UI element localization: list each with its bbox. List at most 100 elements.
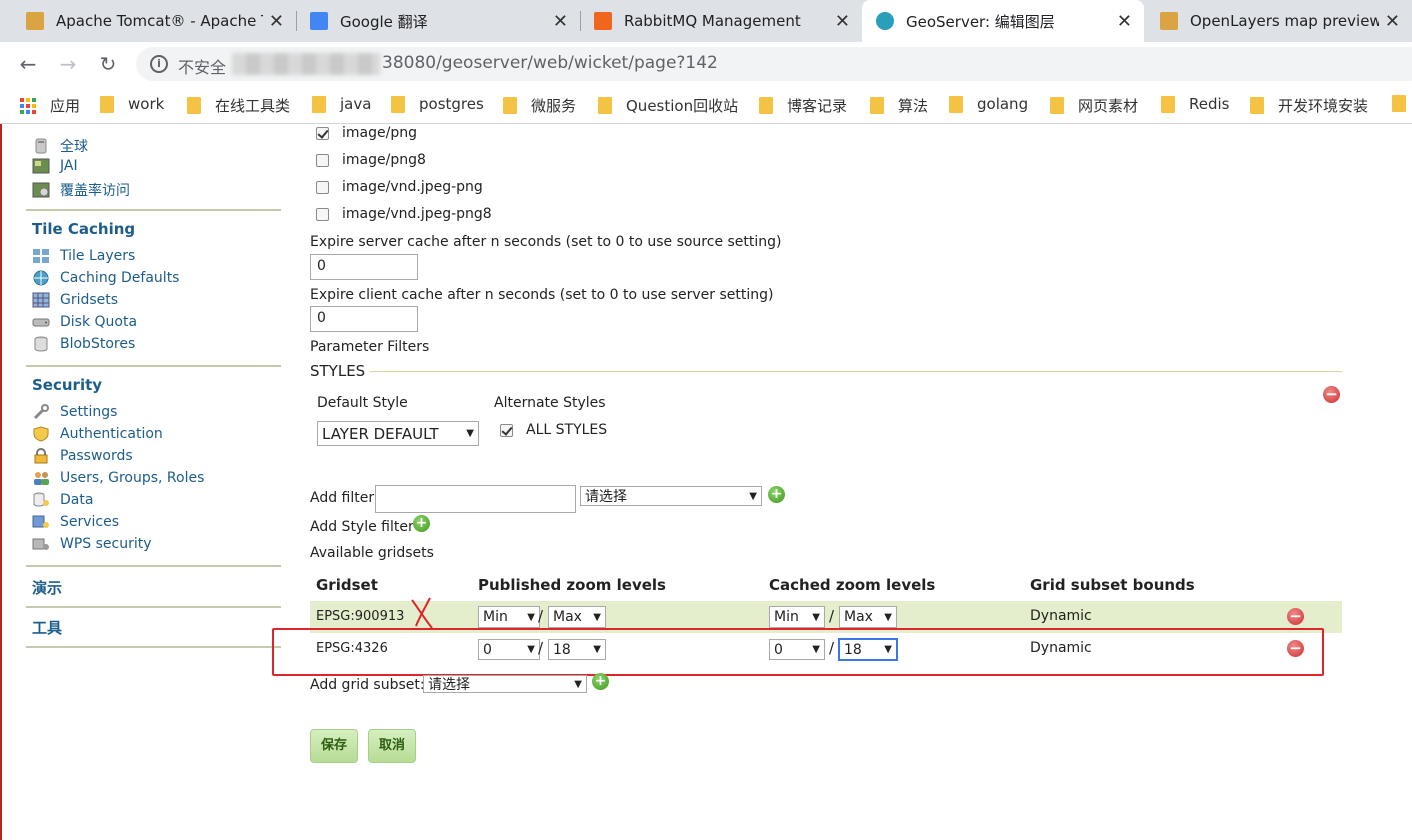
save-button[interactable]: 保存 <box>310 729 359 763</box>
sidebar-item-gridsets[interactable]: Gridsets <box>32 292 118 308</box>
bookmark-label: 开发环境安装 <box>1278 97 1369 115</box>
bookmark-folder-web-assets[interactable]: 网页素材 <box>1050 95 1138 116</box>
bookmark-folder-redis[interactable]: Redis <box>1161 95 1229 113</box>
all-styles-checkbox[interactable] <box>500 423 513 437</box>
bookmark-folder-postgres[interactable]: postgres <box>391 95 484 113</box>
sidebar-section-tools[interactable]: 工具 <box>32 617 62 638</box>
bookmark-folder-algorithms[interactable]: 算法 <box>870 95 928 116</box>
info-icon[interactable]: i <box>150 55 168 73</box>
format-checkbox[interactable] <box>316 153 329 167</box>
sidebar-item-global[interactable]: 全球 <box>32 136 88 156</box>
default-style-label: Default Style <box>317 395 408 411</box>
sidebar-item-caching-defaults[interactable]: Caching Defaults <box>32 270 179 286</box>
format-checkbox[interactable] <box>316 126 329 140</box>
format-checkbox[interactable] <box>316 207 329 221</box>
sidebar-item-services-security[interactable]: Services <box>32 514 119 530</box>
sidebar-item-disk-quota[interactable]: Disk Quota <box>32 314 137 330</box>
expire-client-label: Expire client cache after n seconds (set… <box>310 287 774 303</box>
bookmark-apps[interactable]: 应用 <box>20 95 80 116</box>
select-value: Max <box>844 609 873 625</box>
sidebar-item-jai[interactable]: JAI <box>32 158 78 174</box>
browser-tab-geoserver[interactable]: GeoServer: 编辑图层 ✕ <box>862 0 1144 42</box>
browser-tab-openlayers[interactable]: OpenLayers map preview ✕ <box>1146 0 1412 42</box>
sidebar-item-data-security[interactable]: Data <box>32 492 93 508</box>
published-max-select[interactable]: Max ▼ <box>548 606 606 628</box>
browser-tab-google-translate[interactable]: Google 翻译 ✕ <box>296 0 580 42</box>
sidebar-divider <box>26 646 281 648</box>
all-styles-option[interactable]: ALL STYLES <box>500 422 607 438</box>
bookmark-folder-question[interactable]: Question回收站 <box>598 95 738 116</box>
col-header-cached-zoom: Cached zoom levels <box>769 576 936 594</box>
google-translate-favicon-icon <box>310 12 328 30</box>
close-tab-icon[interactable]: ✕ <box>1385 11 1400 32</box>
add-filter-label: Add filter <box>310 490 375 506</box>
sidebar-item-tile-layers[interactable]: Tile Layers <box>32 248 135 264</box>
sidebar-item-passwords[interactable]: Passwords <box>32 448 133 464</box>
add-style-filter-label[interactable]: Add Style filter <box>310 519 414 535</box>
bookmark-folder-work[interactable]: work <box>100 95 164 113</box>
remove-styles-icon[interactable]: − <box>1323 386 1340 403</box>
bookmark-folder-dev-env[interactable]: 开发环境安装 <box>1250 95 1368 116</box>
select-value: 请选择 <box>428 677 470 693</box>
add-style-filter-icon[interactable]: + <box>413 515 430 532</box>
browser-toolbar: ← → ↻ i 不安全 38080/geoserver/web/wicket/p… <box>0 42 1412 86</box>
add-grid-subset-icon[interactable]: + <box>592 673 609 690</box>
add-filter-type-select[interactable]: 请选择 ▼ <box>580 486 762 506</box>
format-option-jpeg-png8[interactable]: image/vnd.jpeg-png8 <box>316 206 492 222</box>
wps-security-icon <box>32 538 49 550</box>
tab-title: Apache Tomcat® - Apache Tomcat <box>56 12 263 30</box>
add-filter-input[interactable] <box>375 485 576 513</box>
sidebar-item-wps-security[interactable]: WPS security <box>32 536 152 552</box>
url-text[interactable]: 38080/geoserver/web/wicket/page?142 <box>382 53 718 73</box>
sidebar-item-label: 覆盖率访问 <box>60 183 130 199</box>
back-arrow-icon[interactable]: ← <box>16 52 40 76</box>
address-bar[interactable]: i 不安全 38080/geoserver/web/wicket/page?14… <box>136 47 1412 81</box>
default-style-select[interactable]: LAYER DEFAULT ▼ <box>317 421 479 446</box>
cached-max-select[interactable]: Max ▼ <box>839 606 897 628</box>
sidebar-item-security-settings[interactable]: Settings <box>32 404 117 420</box>
sidebar-item-coverage-access[interactable]: 覆盖率访问 <box>32 180 130 200</box>
published-min-select[interactable]: Min ▼ <box>478 606 540 628</box>
bookmark-folder-golang[interactable]: golang <box>949 95 1028 113</box>
bookmark-folder-overflow[interactable] <box>1392 95 1412 112</box>
expire-client-input[interactable]: 0 <box>310 306 418 332</box>
shield-icon <box>33 426 49 442</box>
bookmark-folder-microservices[interactable]: 微服务 <box>503 95 576 116</box>
browser-tab-rabbitmq[interactable]: RabbitMQ Management ✕ <box>580 0 862 42</box>
sidebar-item-users-groups-roles[interactable]: Users, Groups, Roles <box>32 470 204 486</box>
format-option-png[interactable]: image/png <box>316 125 417 141</box>
add-filter-icon[interactable]: + <box>768 486 785 503</box>
sidebar-item-authentication[interactable]: Authentication <box>32 426 163 442</box>
folder-icon <box>503 97 517 114</box>
add-grid-subset-select[interactable]: 请选择 ▼ <box>423 675 587 693</box>
col-header-subset-bounds: Grid subset bounds <box>1030 576 1195 594</box>
close-tab-icon[interactable]: ✕ <box>269 11 284 32</box>
users-icon <box>34 472 49 485</box>
format-option-png8[interactable]: image/png8 <box>316 152 426 168</box>
geoserver-favicon-icon <box>876 12 894 30</box>
lock-icon <box>34 448 48 464</box>
cached-min-select[interactable]: Min ▼ <box>769 606 825 628</box>
dropdown-caret-icon: ▼ <box>527 611 535 623</box>
remove-gridset-icon[interactable]: − <box>1287 608 1304 625</box>
sidebar-item-label: Data <box>60 492 94 508</box>
reload-icon[interactable]: ↻ <box>96 52 120 76</box>
close-tab-icon[interactable]: ✕ <box>835 11 850 32</box>
forward-arrow-icon[interactable]: → <box>56 52 80 76</box>
select-value: LAYER DEFAULT <box>322 424 439 443</box>
format-option-jpeg-png[interactable]: image/vnd.jpeg-png <box>316 179 483 195</box>
close-tab-icon[interactable]: ✕ <box>1117 11 1132 32</box>
bookmark-folder-tools[interactable]: 在线工具类 <box>187 95 290 116</box>
browser-tab-tomcat[interactable]: Apache Tomcat® - Apache Tomcat ✕ <box>12 0 296 42</box>
security-indicator[interactable]: 不安全 <box>178 54 226 78</box>
bookmark-folder-java[interactable]: java <box>312 95 371 113</box>
bookmark-folder-blog[interactable]: 博客记录 <box>759 95 847 116</box>
sidebar-item-blobstores[interactable]: BlobStores <box>32 336 135 352</box>
close-tab-icon[interactable]: ✕ <box>553 11 568 32</box>
sidebar-section-demos[interactable]: 演示 <box>32 577 62 598</box>
apps-grid-icon <box>20 97 36 114</box>
disk-quota-icon <box>32 318 50 327</box>
cancel-button[interactable]: 取消 <box>368 729 417 763</box>
expire-server-input[interactable]: 0 <box>310 254 418 280</box>
format-checkbox[interactable] <box>316 180 329 194</box>
